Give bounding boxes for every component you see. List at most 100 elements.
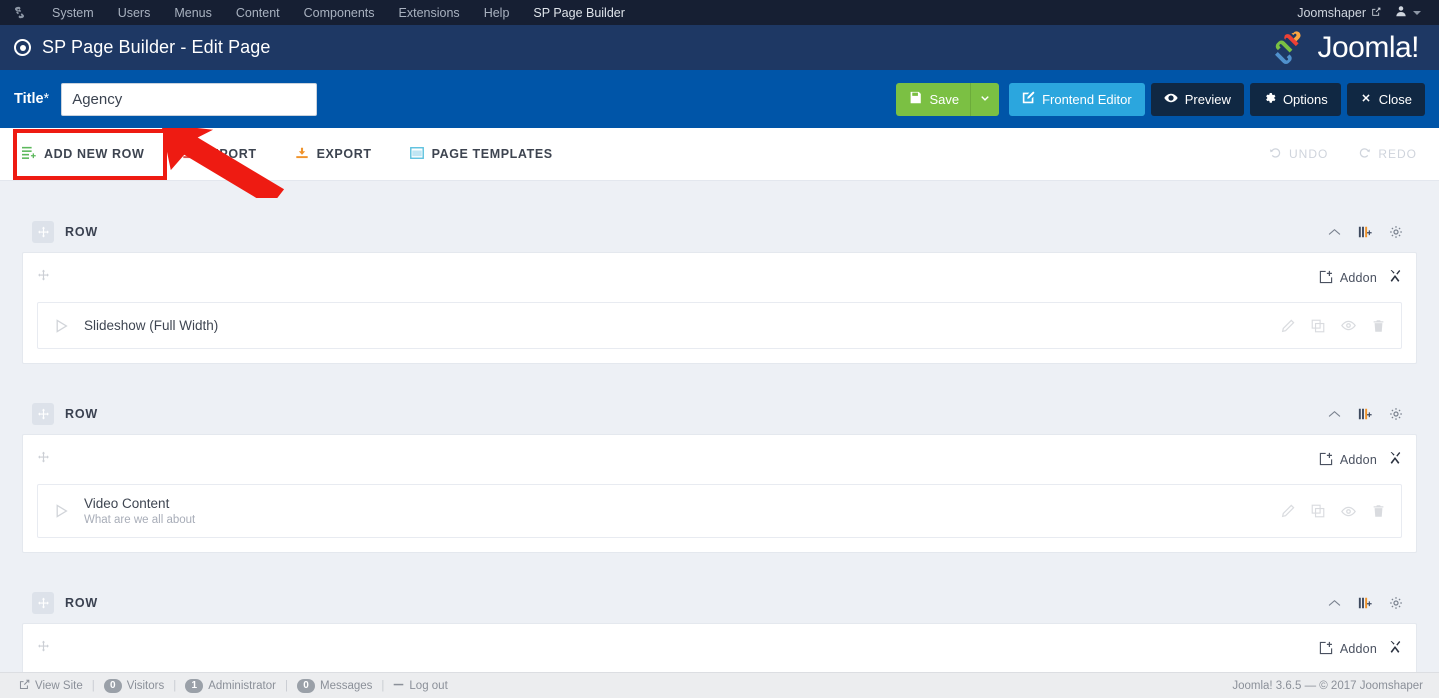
page-templates-label: PAGE TEMPLATES	[432, 147, 553, 161]
title-input[interactable]	[61, 83, 317, 116]
user-menu[interactable]	[1395, 5, 1421, 20]
page-templates-button[interactable]: PAGE TEMPLATES	[410, 146, 553, 163]
addon-name: Video Content	[84, 496, 195, 511]
site-name-link[interactable]: Joomshaper	[1297, 6, 1381, 20]
joomla-logo-icon[interactable]	[10, 5, 28, 21]
column-layout-icon[interactable]	[1358, 225, 1372, 239]
row-header: ROW	[22, 394, 1417, 434]
column-layout-icon[interactable]	[1358, 407, 1372, 421]
save-dropdown-toggle[interactable]	[970, 83, 999, 116]
move-arrows-icon[interactable]	[32, 221, 54, 243]
export-download-icon	[295, 146, 309, 163]
chevron-up-icon[interactable]	[1328, 599, 1341, 608]
circle-dot-icon	[14, 39, 31, 56]
pencil-edit-icon[interactable]	[1281, 319, 1295, 333]
visitors-count: 0	[104, 679, 122, 693]
wrench-icon[interactable]	[1388, 640, 1402, 659]
wrench-icon[interactable]	[1388, 269, 1402, 288]
save-button[interactable]: Save	[896, 83, 970, 116]
export-label: EXPORT	[317, 147, 372, 161]
addon-item[interactable]: Video Content What are we all about	[37, 484, 1402, 538]
administrator-count: 1	[185, 679, 203, 693]
page-title: SP Page Builder - Edit Page	[42, 37, 271, 58]
addon-name: Slideshow (Full Width)	[84, 318, 218, 333]
move-arrows-icon[interactable]	[32, 403, 54, 425]
view-site-link[interactable]: View Site	[10, 679, 92, 693]
admin-bar-right: Joomshaper	[1297, 5, 1429, 20]
external-link-icon	[19, 679, 30, 693]
move-arrows-icon[interactable]	[37, 269, 50, 287]
add-new-row-button[interactable]: ADD NEW ROW	[22, 146, 144, 163]
eye-visibility-icon[interactable]	[1341, 318, 1356, 333]
preview-button[interactable]: Preview	[1151, 83, 1244, 116]
logout-label: Log out	[409, 680, 447, 692]
joomla-admin-menu-bar: System Users Menus Content Components Ex…	[0, 0, 1439, 25]
builder-row: ROW	[0, 394, 1439, 553]
gear-icon[interactable]	[1389, 225, 1403, 239]
eye-icon	[1164, 91, 1178, 108]
row-label: ROW	[65, 225, 98, 239]
admin-menu-items: System Users Menus Content Components Ex…	[40, 6, 637, 20]
gear-icon[interactable]	[1389, 407, 1403, 421]
wrench-icon[interactable]	[1388, 451, 1402, 470]
administrator-label: Administrator	[208, 680, 276, 692]
undo-button[interactable]: UNDO	[1269, 146, 1328, 162]
add-row-icon	[22, 146, 36, 163]
minus-icon	[393, 679, 404, 693]
addon-label: Addon	[1340, 642, 1377, 656]
frontend-editor-button[interactable]: Frontend Editor	[1009, 83, 1145, 116]
administrator-status[interactable]: 1 Administrator	[176, 679, 285, 693]
add-box-icon	[1319, 641, 1333, 658]
menu-item-content[interactable]: Content	[224, 6, 292, 20]
visitors-status[interactable]: 0 Visitors	[95, 679, 174, 693]
row-header: ROW	[22, 583, 1417, 623]
messages-count: 0	[297, 679, 315, 693]
save-button-group: Save	[896, 83, 999, 116]
joomla-brand-logo: Joomla!	[1272, 29, 1425, 67]
row-column: Addon Slideshow (Full Width)	[22, 252, 1417, 364]
move-arrows-icon[interactable]	[37, 640, 50, 658]
messages-status[interactable]: 0 Messages	[288, 679, 381, 693]
move-arrows-icon[interactable]	[32, 592, 54, 614]
row-label: ROW	[65, 596, 98, 610]
eye-visibility-icon[interactable]	[1341, 504, 1356, 519]
duplicate-icon[interactable]	[1311, 504, 1325, 518]
add-addon-button[interactable]: Addon	[1319, 452, 1377, 469]
trash-delete-icon[interactable]	[1372, 504, 1385, 518]
floppy-save-icon	[909, 91, 922, 107]
add-new-row-label: ADD NEW ROW	[44, 147, 144, 161]
menu-item-menus[interactable]: Menus	[162, 6, 224, 20]
page-templates-icon	[410, 146, 424, 163]
export-button[interactable]: EXPORT	[295, 146, 372, 163]
user-icon	[1395, 5, 1407, 20]
chevron-up-icon[interactable]	[1328, 228, 1341, 237]
add-addon-button[interactable]: Addon	[1319, 270, 1377, 287]
addon-item[interactable]: Slideshow (Full Width)	[37, 302, 1402, 349]
pencil-edit-icon[interactable]	[1281, 504, 1295, 518]
chevron-up-icon[interactable]	[1328, 410, 1341, 419]
logout-link[interactable]: Log out	[384, 679, 456, 693]
close-button[interactable]: Close	[1347, 83, 1425, 116]
options-button[interactable]: Options	[1250, 83, 1341, 116]
redo-button[interactable]: REDO	[1358, 146, 1417, 162]
add-addon-button[interactable]: Addon	[1319, 641, 1377, 658]
duplicate-icon[interactable]	[1311, 319, 1325, 333]
page-subheader: SP Page Builder - Edit Page Joomla!	[0, 25, 1439, 70]
import-button[interactable]: IMPORT	[182, 146, 256, 163]
row-label: ROW	[65, 407, 98, 421]
menu-item-sp-page-builder[interactable]: SP Page Builder	[521, 6, 637, 20]
addon-tools	[1281, 318, 1385, 333]
gear-icon[interactable]	[1389, 596, 1403, 610]
menu-item-system[interactable]: System	[40, 6, 106, 20]
play-triangle-icon	[54, 318, 70, 334]
move-arrows-icon[interactable]	[37, 451, 50, 469]
trash-delete-icon[interactable]	[1372, 319, 1385, 333]
menu-item-users[interactable]: Users	[106, 6, 163, 20]
pencil-square-icon	[1022, 91, 1035, 107]
menu-item-extensions[interactable]: Extensions	[387, 6, 472, 20]
builder-row: ROW	[0, 211, 1439, 364]
app-window: System Users Menus Content Components Ex…	[0, 0, 1439, 698]
menu-item-components[interactable]: Components	[292, 6, 387, 20]
menu-item-help[interactable]: Help	[472, 6, 522, 20]
column-layout-icon[interactable]	[1358, 596, 1372, 610]
